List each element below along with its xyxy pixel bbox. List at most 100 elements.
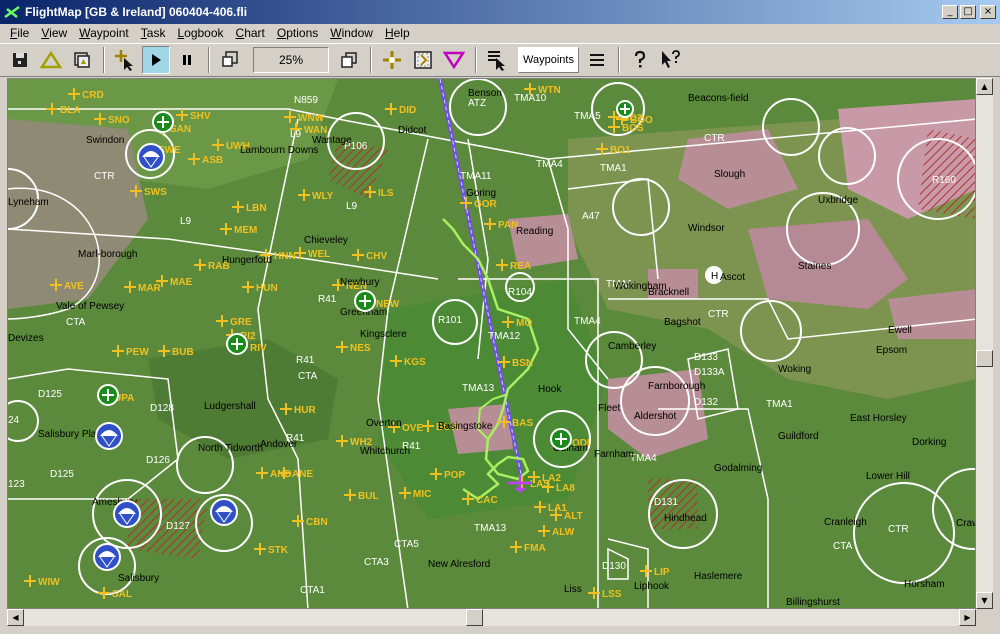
list-view-button[interactable]	[583, 46, 611, 74]
waypoint-marker[interactable]: WEL	[294, 247, 330, 260]
waypoint-label: CHV	[366, 251, 387, 262]
waypoint-marker[interactable]: CBN	[292, 515, 328, 528]
waypoint-marker[interactable]: SHV	[176, 109, 211, 122]
map-view[interactable]: CRD BLA SNO SAN SHV SWE UWH ASB SWS LBN MEM RAB MAE M…	[7, 78, 976, 609]
waypoint-marker[interactable]: BUL	[344, 489, 379, 502]
vertical-scroll-thumb[interactable]	[976, 350, 993, 367]
waypoint-marker[interactable]: BSN	[498, 356, 533, 369]
close-button[interactable]: ×	[980, 5, 996, 19]
show-waypoints-button[interactable]	[378, 46, 406, 74]
waypoint-marker[interactable]: BO1	[596, 143, 631, 156]
save-flight-button[interactable]	[6, 46, 34, 74]
waypoint-marker[interactable]: NES	[336, 341, 371, 354]
waypoint-marker[interactable]: BUB	[158, 345, 194, 358]
map-canvas[interactable]: CRDBLASNOSANSHVSWE UWHASBSWSLBNMEMRABMAEM…	[8, 79, 976, 609]
town-label: Farnborough	[648, 381, 705, 392]
scroll-right-button[interactable]: ▶	[959, 609, 976, 626]
waypoint-marker[interactable]: WIW	[24, 575, 60, 588]
toolbar-separator	[208, 47, 210, 73]
waypoint-marker[interactable]: ASB	[188, 153, 223, 166]
menu-window[interactable]: Window	[324, 26, 379, 40]
minimize-button[interactable]: _	[942, 5, 958, 19]
waypoint-marker[interactable]: ANE	[278, 467, 313, 480]
play-button[interactable]	[142, 46, 170, 74]
waypoints-selector[interactable]: Waypoints	[518, 47, 579, 73]
parachute-icon	[210, 498, 238, 526]
help-button[interactable]	[626, 46, 654, 74]
toolbar: 25% Waypoints	[0, 43, 1000, 77]
waypoint-marker[interactable]: LSS	[588, 587, 622, 600]
waypoint-marker[interactable]: HUN	[242, 281, 278, 294]
waypoint-list-cursor-button[interactable]	[483, 46, 511, 74]
waypoint-marker[interactable]: GRE	[216, 315, 252, 328]
maximize-button[interactable]: □	[960, 5, 976, 19]
size-grip[interactable]	[976, 609, 993, 626]
add-waypoint-button[interactable]	[111, 46, 139, 74]
airspace-label: CTA	[298, 371, 318, 382]
vertical-scrollbar[interactable]: ▲ ▼	[976, 78, 993, 609]
waypoint-marker[interactable]: BAS	[498, 416, 533, 429]
help-icon	[634, 50, 646, 68]
waypoint-marker[interactable]: SAL	[98, 587, 132, 600]
horizontal-scroll-thumb[interactable]	[466, 609, 483, 626]
waypoint-marker[interactable]: MAR	[124, 281, 162, 294]
menu-waypoint[interactable]: Waypoint	[73, 26, 135, 40]
waypoint-label: BO1	[610, 145, 631, 156]
airspace-label: R41	[296, 355, 315, 366]
waypoint-label: ILS	[378, 188, 394, 199]
pause-button[interactable]	[173, 46, 201, 74]
zoom-level-field[interactable]: 25%	[253, 47, 329, 73]
zoom-box-button[interactable]	[216, 46, 244, 74]
town-label: Beacons-field	[688, 93, 749, 104]
menu-view[interactable]: View	[35, 26, 73, 40]
waypoint-marker[interactable]: PAN	[484, 218, 518, 231]
town-label: Cranleigh	[824, 517, 867, 528]
waypoint-marker[interactable]: CRD	[68, 88, 104, 101]
menu-logbook[interactable]: Logbook	[171, 26, 229, 40]
layers-icon	[74, 52, 90, 68]
waypoint-marker[interactable]: HUR	[280, 403, 316, 416]
town-label: Windsor	[688, 223, 725, 234]
waypoint-marker[interactable]: POP	[430, 468, 465, 481]
waypoint-marker[interactable]: ALW	[538, 525, 575, 538]
waypoint-marker[interactable]: WNW	[284, 111, 325, 124]
waypoint-marker[interactable]: AVE	[50, 279, 84, 292]
waypoint-marker[interactable]: SWS	[130, 185, 167, 198]
turnpoint-button[interactable]	[440, 46, 468, 74]
town-label: East Horsley	[850, 413, 907, 424]
map-options-button[interactable]	[409, 46, 437, 74]
restore-view-button[interactable]	[335, 46, 363, 74]
waypoint-label: PEW	[126, 347, 149, 358]
layers-button[interactable]	[68, 46, 96, 74]
airspace-label: TMA10	[514, 93, 547, 104]
context-help-button[interactable]	[657, 46, 685, 74]
waypoint-marker[interactable]: PEW	[112, 345, 149, 358]
waypoint-marker[interactable]: CAC	[462, 493, 498, 506]
menu-task[interactable]: Task	[135, 26, 172, 40]
waypoint-label: SNO	[108, 115, 130, 126]
menu-file[interactable]: File	[4, 26, 35, 40]
scroll-left-button[interactable]: ◀	[7, 609, 24, 626]
waypoint-marker[interactable]: MEM	[220, 223, 257, 236]
waypoint-marker[interactable]: KGS	[390, 355, 426, 368]
waypoint-marker[interactable]: SNO	[94, 113, 130, 126]
airspace-label: TMA13	[462, 383, 495, 394]
waypoint-marker[interactable]: CHV	[352, 249, 387, 262]
waypoint-marker[interactable]: MAE	[156, 275, 193, 288]
waypoint-marker[interactable]: REA	[496, 259, 531, 272]
airspace-label: D130	[602, 561, 626, 572]
waypoint-marker[interactable]: WLY	[298, 189, 334, 202]
waypoint-marker[interactable]: LBN	[232, 201, 267, 214]
menu-help[interactable]: Help	[379, 26, 416, 40]
menu-chart[interactable]: Chart	[230, 26, 271, 40]
airspace-label: ATZ	[468, 98, 486, 109]
waypoint-marker[interactable]: FMA	[510, 541, 546, 554]
waypoint-marker[interactable]: BLA	[46, 103, 81, 116]
menu-options[interactable]: Options	[271, 26, 324, 40]
waypoint-label: ALW	[552, 527, 575, 538]
horizontal-scrollbar[interactable]: ◀ ▶	[7, 609, 976, 626]
scroll-down-button[interactable]: ▼	[976, 592, 993, 609]
waypoint-marker[interactable]: STK	[254, 543, 289, 556]
task-triangle-button[interactable]	[37, 46, 65, 74]
scroll-up-button[interactable]: ▲	[976, 78, 993, 95]
